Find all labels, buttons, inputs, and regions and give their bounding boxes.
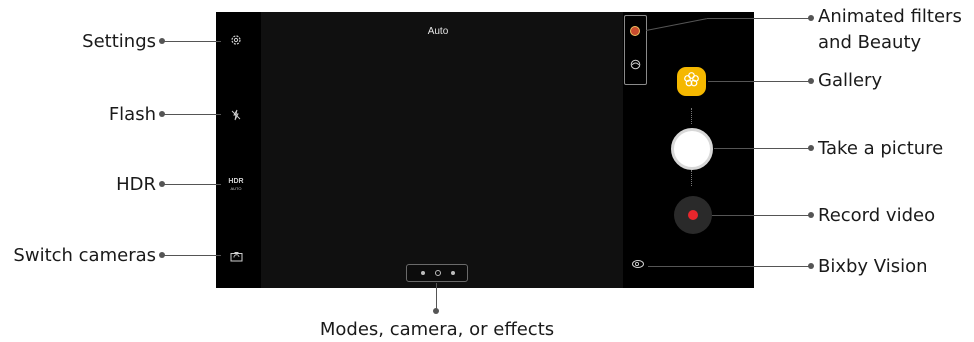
callout-gallery: Gallery xyxy=(818,70,883,91)
callout-hdr: HDR xyxy=(116,174,156,195)
gallery-flower-icon xyxy=(683,71,700,92)
shutter-button[interactable] xyxy=(671,128,713,170)
face-beauty-icon[interactable] xyxy=(628,57,642,71)
zoom-guide-top xyxy=(691,108,692,124)
leader-dot xyxy=(808,78,814,84)
leader-dot xyxy=(808,263,814,269)
leader-line xyxy=(712,215,811,216)
leader-line xyxy=(161,41,221,42)
callout-take-picture: Take a picture xyxy=(818,138,944,159)
leader-dot xyxy=(159,38,165,44)
flash-off-icon[interactable] xyxy=(228,107,244,123)
gear-icon[interactable] xyxy=(228,32,244,48)
leader-dot xyxy=(808,15,814,21)
mode-dot-left[interactable] xyxy=(421,271,425,275)
callout-switch-cameras: Switch cameras xyxy=(13,245,156,266)
callout-settings: Settings xyxy=(82,31,156,52)
callout-bixby-vision: Bixby Vision xyxy=(818,256,928,277)
leader-line xyxy=(708,81,811,82)
callout-modes: Modes, camera, or effects xyxy=(319,319,555,340)
gallery-button[interactable] xyxy=(677,67,706,96)
mode-dot-right[interactable] xyxy=(451,271,455,275)
mode-label: Auto xyxy=(427,26,449,37)
callout-filters-line1: Animated filters xyxy=(818,6,962,27)
callout-flash: Flash xyxy=(108,104,156,125)
leader-dot xyxy=(433,308,439,314)
bear-filter-icon[interactable] xyxy=(630,26,640,36)
hdr-icon[interactable]: HDR AUTO xyxy=(226,178,246,194)
hdr-icon-text: HDR xyxy=(228,178,244,185)
leader-dot xyxy=(159,111,165,117)
leader-line xyxy=(648,266,811,267)
record-button[interactable] xyxy=(674,196,712,234)
zoom-guide-bottom xyxy=(691,170,692,186)
leader-dot xyxy=(808,212,814,218)
leader-line xyxy=(161,184,221,185)
leader-line xyxy=(161,114,221,115)
camera-viewfinder xyxy=(261,12,623,288)
leader-line xyxy=(436,283,437,311)
leader-line xyxy=(714,148,811,149)
switch-camera-icon[interactable] xyxy=(228,248,244,264)
leader-dot xyxy=(808,145,814,151)
leader-line xyxy=(707,18,811,19)
leader-dot xyxy=(159,252,165,258)
leader-line xyxy=(161,255,221,256)
leader-dot xyxy=(159,181,165,187)
mode-switcher[interactable] xyxy=(406,264,468,282)
callout-filters-line2: and Beauty xyxy=(818,32,922,53)
bixby-eye-icon[interactable] xyxy=(630,257,646,271)
mode-dot-current[interactable] xyxy=(435,270,441,276)
hdr-icon-subtext: AUTO xyxy=(230,186,242,191)
record-dot xyxy=(688,210,698,220)
callout-record-video: Record video xyxy=(818,205,936,226)
